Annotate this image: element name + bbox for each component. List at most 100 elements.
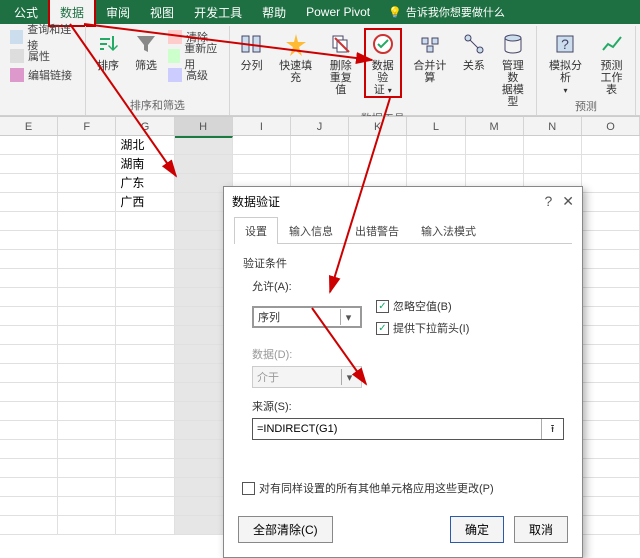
source-input[interactable] xyxy=(253,423,541,435)
cell[interactable] xyxy=(116,269,174,288)
text-to-columns-button[interactable]: 分列 xyxy=(236,28,268,74)
cell[interactable] xyxy=(582,383,640,402)
cell[interactable] xyxy=(582,288,640,307)
cell[interactable] xyxy=(58,231,116,250)
consolidate-button[interactable]: 合并计算 xyxy=(408,28,452,86)
cell[interactable] xyxy=(116,326,174,345)
col-header-E[interactable]: E xyxy=(0,117,58,135)
whatif-button[interactable]: ? 模拟分析▾ xyxy=(543,28,588,98)
ignore-blank-checkbox[interactable]: ✓忽略空值(B) xyxy=(376,298,469,314)
cell[interactable] xyxy=(233,155,291,174)
cell[interactable] xyxy=(0,136,58,155)
allow-dropdown[interactable]: 序列 ▾ xyxy=(252,306,362,328)
cell[interactable] xyxy=(116,383,174,402)
cell[interactable] xyxy=(524,155,582,174)
in-cell-dropdown-checkbox[interactable]: ✓提供下拉箭头(I) xyxy=(376,320,469,336)
cell[interactable] xyxy=(58,136,116,155)
cell[interactable] xyxy=(582,478,640,497)
cell[interactable] xyxy=(582,516,640,535)
reapply-button[interactable]: 重新应用 xyxy=(168,47,223,65)
cell[interactable] xyxy=(116,440,174,459)
col-header-J[interactable]: J xyxy=(291,117,349,135)
cell[interactable] xyxy=(407,155,465,174)
dialog-tab-input[interactable]: 输入信息 xyxy=(278,217,344,244)
col-header-M[interactable]: M xyxy=(466,117,524,135)
cell[interactable] xyxy=(0,193,58,212)
cell[interactable] xyxy=(582,459,640,478)
cell[interactable] xyxy=(0,174,58,193)
cell[interactable] xyxy=(0,250,58,269)
dialog-tab-settings[interactable]: 设置 xyxy=(234,217,278,244)
cell[interactable] xyxy=(582,212,640,231)
dialog-titlebar[interactable]: 数据验证 ? ✕ xyxy=(224,187,582,216)
cell[interactable] xyxy=(58,421,116,440)
cell[interactable] xyxy=(407,136,465,155)
properties-button[interactable]: 属性 xyxy=(10,47,79,65)
relationships-button[interactable]: 关系 xyxy=(458,28,490,74)
cell[interactable] xyxy=(116,345,174,364)
cell[interactable] xyxy=(349,155,407,174)
cell[interactable] xyxy=(0,497,58,516)
col-header-O[interactable]: O xyxy=(582,117,640,135)
cancel-button[interactable]: 取消 xyxy=(514,516,568,543)
cell[interactable] xyxy=(58,155,116,174)
cell[interactable] xyxy=(582,193,640,212)
dialog-tab-ime[interactable]: 输入法模式 xyxy=(410,217,487,244)
col-header-K[interactable]: K xyxy=(349,117,407,135)
cell[interactable] xyxy=(0,459,58,478)
cell[interactable] xyxy=(116,478,174,497)
cell[interactable] xyxy=(58,193,116,212)
cell[interactable] xyxy=(466,155,524,174)
cell[interactable] xyxy=(116,459,174,478)
cell[interactable] xyxy=(58,250,116,269)
tab-review[interactable]: 审阅 xyxy=(96,0,140,25)
cell[interactable] xyxy=(291,155,349,174)
cell[interactable] xyxy=(116,497,174,516)
cell[interactable] xyxy=(58,402,116,421)
cell[interactable] xyxy=(0,440,58,459)
help-icon[interactable]: ? xyxy=(544,193,552,210)
col-header-F[interactable]: F xyxy=(58,117,116,135)
cell[interactable] xyxy=(0,231,58,250)
clear-all-button[interactable]: 全部清除(C) xyxy=(238,516,333,543)
flash-fill-button[interactable]: 快速填充 xyxy=(274,28,318,86)
cell[interactable] xyxy=(0,516,58,535)
cell[interactable] xyxy=(175,136,233,155)
cell[interactable] xyxy=(58,345,116,364)
cell[interactable] xyxy=(349,136,407,155)
cell[interactable] xyxy=(116,402,174,421)
cell[interactable] xyxy=(582,345,640,364)
cell[interactable]: 湖北 xyxy=(116,136,174,155)
cell[interactable] xyxy=(58,440,116,459)
data-validation-button[interactable]: 数据验证 ▾ xyxy=(364,28,402,98)
cell[interactable] xyxy=(0,402,58,421)
cell[interactable] xyxy=(58,326,116,345)
remove-duplicates-button[interactable]: 删除重复值 xyxy=(324,28,358,98)
cell[interactable] xyxy=(582,440,640,459)
cell[interactable] xyxy=(0,326,58,345)
cell[interactable] xyxy=(466,136,524,155)
cell[interactable] xyxy=(116,250,174,269)
cell[interactable] xyxy=(58,383,116,402)
range-picker-icon[interactable]: ⭱ xyxy=(541,419,563,439)
cell[interactable] xyxy=(116,288,174,307)
cell[interactable] xyxy=(116,421,174,440)
cell[interactable] xyxy=(116,364,174,383)
cell[interactable]: 广东 xyxy=(116,174,174,193)
sort-button[interactable]: 排序 xyxy=(92,28,124,74)
cell[interactable] xyxy=(582,307,640,326)
cell[interactable] xyxy=(524,136,582,155)
cell[interactable] xyxy=(0,288,58,307)
tab-powerpivot[interactable]: Power Pivot xyxy=(296,1,380,23)
cell[interactable] xyxy=(0,364,58,383)
col-header-G[interactable]: G xyxy=(116,117,174,135)
cell[interactable] xyxy=(582,174,640,193)
cell[interactable] xyxy=(58,212,116,231)
tab-developer[interactable]: 开发工具 xyxy=(184,0,252,25)
col-header-I[interactable]: I xyxy=(233,117,291,135)
cell[interactable] xyxy=(582,136,640,155)
tell-me[interactable]: 💡 告诉我你想要做什么 xyxy=(388,4,505,20)
cell[interactable] xyxy=(0,421,58,440)
cell[interactable] xyxy=(0,383,58,402)
cell[interactable] xyxy=(0,212,58,231)
